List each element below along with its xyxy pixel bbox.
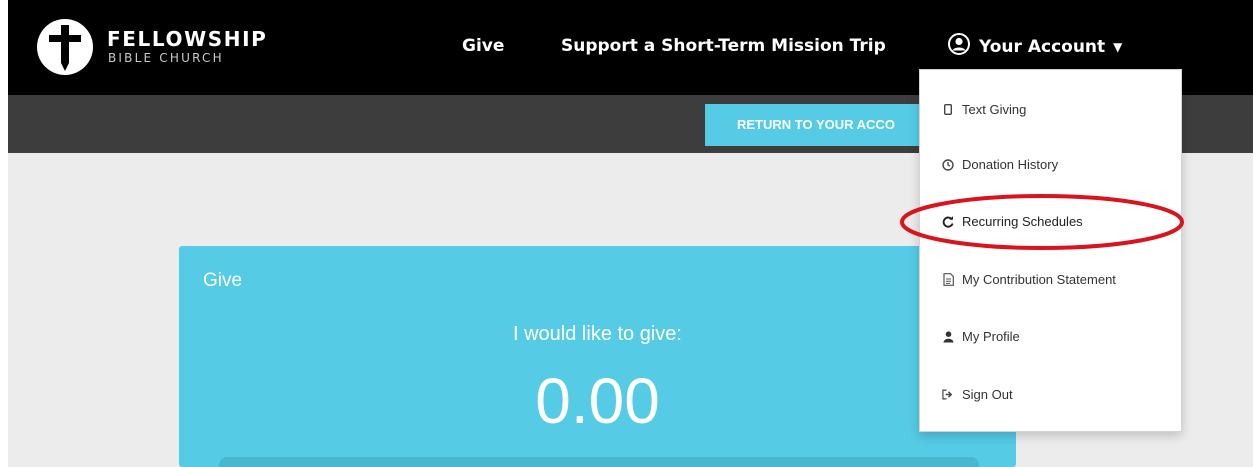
mobile-phone-icon	[942, 103, 954, 117]
menu-item-text-giving[interactable]: Text Giving	[942, 102, 1026, 117]
menu-item-label: My Contribution Statement	[962, 272, 1116, 287]
account-dropdown-menu: Text Giving Donation History Recurring S…	[919, 69, 1182, 432]
user-icon	[942, 330, 954, 344]
nav-give-link[interactable]: Give	[462, 36, 504, 56]
cross-logo-icon	[37, 19, 93, 75]
give-card-title: Give	[203, 270, 243, 291]
return-to-account-button[interactable]: RETURN TO YOUR ACCO	[705, 104, 935, 146]
menu-item-sign-out[interactable]: Sign Out	[942, 387, 1013, 402]
menu-item-donation-history[interactable]: Donation History	[942, 157, 1058, 172]
menu-item-label: Text Giving	[962, 102, 1027, 117]
refresh-icon	[942, 215, 954, 229]
menu-item-label: Sign Out	[962, 387, 1013, 402]
clock-icon	[942, 158, 954, 172]
menu-item-label: My Profile	[962, 329, 1020, 344]
logo-subtitle: BIBLE CHURCH	[108, 51, 224, 65]
menu-item-label: Donation History	[962, 157, 1059, 172]
menu-item-label: Recurring Schedules	[962, 214, 1083, 229]
page-edge	[0, 0, 8, 467]
your-account-label: Your Account	[979, 36, 1106, 57]
menu-item-recurring-schedules[interactable]: Recurring Schedules	[942, 214, 1083, 229]
give-card: Give I would like to give: 0.00	[179, 246, 1016, 467]
church-logo[interactable]: FELLOWSHIP BIBLE CHURCH	[28, 16, 284, 80]
sign-out-icon	[942, 388, 954, 402]
nav-mission-trip-link[interactable]: Support a Short-Term Mission Trip	[561, 36, 886, 56]
give-form-panel	[219, 457, 979, 467]
give-amount-input[interactable]: 0.00	[179, 364, 1016, 438]
caret-down-icon: ▼	[1113, 39, 1123, 54]
menu-item-contribution-statement[interactable]: My Contribution Statement	[942, 272, 1116, 287]
logo-title: FELLOWSHIP	[107, 27, 268, 51]
menu-item-my-profile[interactable]: My Profile	[942, 329, 1020, 344]
your-account-menu-toggle[interactable]: Your Account ▼	[948, 33, 1122, 60]
give-prompt-text: I would like to give:	[513, 323, 682, 345]
document-icon	[942, 273, 954, 287]
user-circle-icon	[948, 33, 970, 60]
